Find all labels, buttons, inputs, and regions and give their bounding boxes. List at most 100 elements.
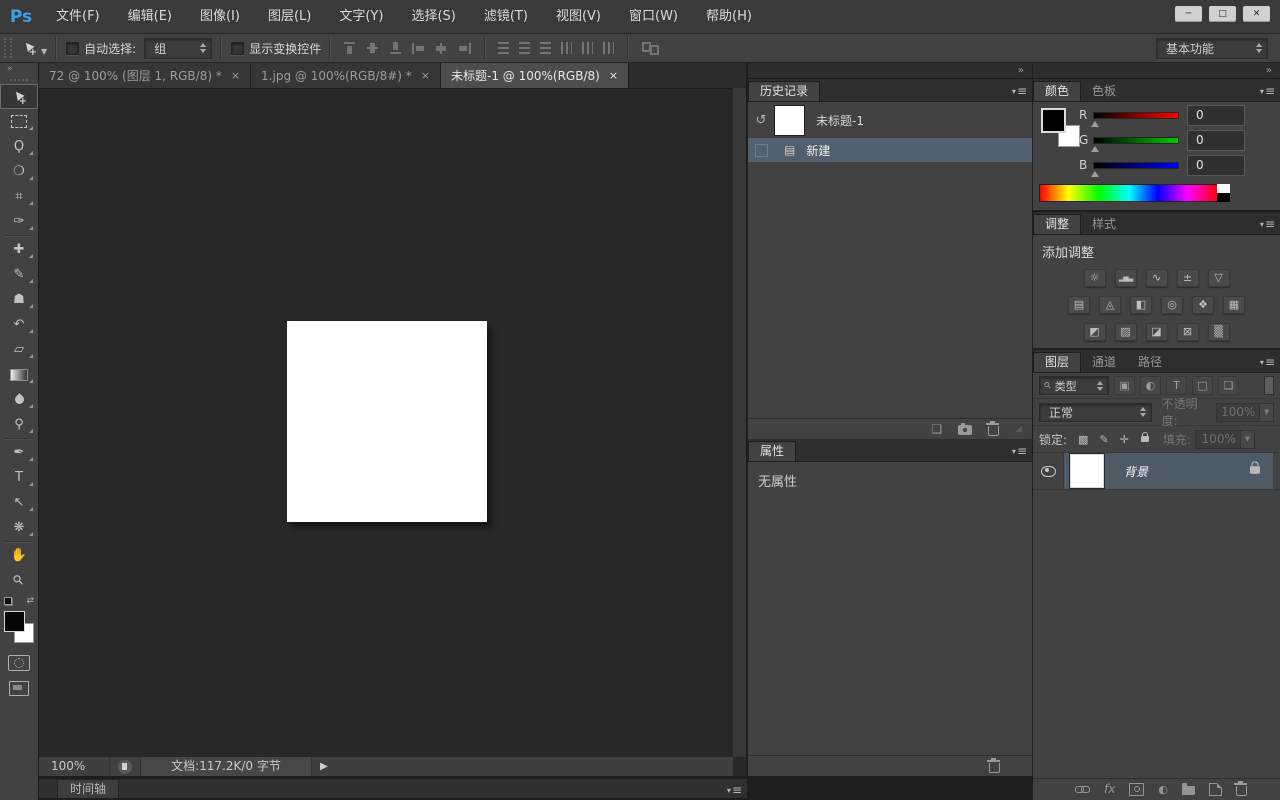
- lock-all-button[interactable]: [1140, 432, 1149, 442]
- tool-hand[interactable]: ✋: [0, 543, 38, 568]
- menu-item-file[interactable]: 文件(F): [42, 0, 114, 33]
- red-slider[interactable]: [1091, 111, 1179, 127]
- levels-button[interactable]: ▂▅▃: [1114, 268, 1137, 287]
- resize-grip-icon[interactable]: ◢: [1015, 424, 1022, 434]
- new-document-from-state-button[interactable]: ❏: [931, 422, 942, 436]
- status-arrow-button[interactable]: ▶: [312, 761, 336, 772]
- color-tab[interactable]: 颜色: [1033, 81, 1082, 101]
- color-spectrum-bar[interactable]: [1039, 184, 1219, 202]
- menu-item-view[interactable]: 视图(V): [542, 0, 615, 33]
- new-layer-button[interactable]: [1208, 782, 1222, 796]
- tool-clone-stamp[interactable]: ☗: [0, 287, 38, 312]
- tool-move[interactable]: ▲ +: [0, 84, 38, 109]
- add-layer-mask-button[interactable]: [1129, 782, 1145, 796]
- properties-delete-button[interactable]: [987, 758, 1000, 773]
- tab-close-icon[interactable]: ×: [609, 69, 618, 82]
- timeline-menu-button[interactable]: ▾ ≡: [727, 783, 742, 797]
- tool-rectangular-marquee[interactable]: [0, 109, 38, 134]
- properties-tab[interactable]: 属性: [748, 441, 797, 461]
- foreground-color-swatch[interactable]: [1041, 108, 1066, 133]
- history-state-checkbox[interactable]: [755, 143, 768, 157]
- foreground-color-swatch[interactable]: [4, 611, 25, 632]
- lock-transparent-pixels-button[interactable]: ▩: [1078, 433, 1088, 446]
- distribute-horizontal-centers-button[interactable]: [582, 42, 594, 54]
- distribute-right-edges-button[interactable]: [603, 42, 615, 54]
- black-white-button[interactable]: ◧: [1130, 295, 1152, 314]
- selective-color-button[interactable]: ⊠: [1176, 322, 1199, 341]
- auto-align-layers-button[interactable]: [642, 41, 660, 55]
- channel-mixer-button[interactable]: ❖: [1192, 295, 1214, 314]
- layers-panel-menu-button[interactable]: ▾ ≡: [1260, 355, 1275, 369]
- tool-path-selection[interactable]: ↖: [0, 490, 38, 515]
- swap-colors-icon[interactable]: ⇄: [26, 596, 34, 606]
- opacity-value[interactable]: 100%: [1215, 402, 1261, 422]
- tool-preset-arrow-icon[interactable]: ▼: [41, 47, 47, 56]
- document-tab-72[interactable]: 72 @ 100% (图层 1, RGB/8) * ×: [39, 63, 252, 88]
- minimize-button[interactable]: ─: [1175, 6, 1202, 22]
- tool-zoom[interactable]: ⚲: [0, 568, 38, 593]
- tool-quick-selection[interactable]: ❍: [0, 159, 38, 184]
- fill-dropdown-button[interactable]: ▼: [1240, 429, 1255, 449]
- green-value-input[interactable]: 0: [1187, 129, 1245, 151]
- filter-type-dropdown[interactable]: ⚲ 类型: [1039, 376, 1109, 395]
- filter-type-layers-button[interactable]: T: [1166, 376, 1187, 395]
- layer-selected-area[interactable]: 背景: [1064, 453, 1273, 489]
- layer-thumbnail[interactable]: [1069, 453, 1105, 489]
- panel-collapse-button[interactable]: »: [1033, 63, 1280, 79]
- filter-shape-layers-button[interactable]: □: [1192, 376, 1213, 395]
- tool-eraser[interactable]: ▱: [0, 337, 38, 362]
- filter-pixel-layers-button[interactable]: ▣: [1114, 376, 1135, 395]
- tool-gradient[interactable]: [0, 362, 38, 387]
- layers-tab[interactable]: 图层: [1033, 352, 1082, 372]
- align-right-edges-button[interactable]: [458, 42, 472, 54]
- black-white-shortcut[interactable]: [1217, 184, 1230, 202]
- exposure-button[interactable]: ±: [1176, 268, 1199, 287]
- tool-eyedropper[interactable]: ✑: [0, 209, 38, 234]
- brightness-contrast-button[interactable]: ☼: [1083, 268, 1106, 287]
- tab-close-icon[interactable]: ×: [421, 69, 430, 82]
- menu-item-layer[interactable]: 图层(L): [254, 0, 325, 33]
- layer-visibility-toggle[interactable]: [1033, 453, 1064, 489]
- filter-adjustment-layers-button[interactable]: ◐: [1140, 376, 1161, 395]
- tab-close-icon[interactable]: ×: [231, 69, 240, 82]
- document-tab-1jpg[interactable]: 1.jpg @ 100%(RGB/8#) * ×: [251, 63, 441, 88]
- background-layer-row[interactable]: 背景: [1033, 453, 1280, 490]
- curves-button[interactable]: ∿: [1145, 268, 1168, 287]
- distribute-left-edges-button[interactable]: [561, 42, 573, 54]
- color-panel-menu-button[interactable]: ▾ ≡: [1260, 84, 1275, 98]
- posterize-button[interactable]: ▨: [1114, 322, 1137, 341]
- channels-tab[interactable]: 通道: [1081, 353, 1127, 372]
- snapshot-thumbnail[interactable]: [774, 104, 805, 136]
- tool-brush[interactable]: ✎: [0, 262, 38, 287]
- align-horizontal-centers-button[interactable]: [435, 42, 448, 54]
- timeline-tab[interactable]: 时间轴: [57, 779, 120, 798]
- delete-state-button[interactable]: [986, 421, 1000, 436]
- red-value-input[interactable]: 0: [1187, 104, 1245, 126]
- filter-smart-objects-button[interactable]: ❏: [1218, 376, 1239, 395]
- distribute-bottom-edges-button[interactable]: [540, 42, 552, 54]
- photo-filter-button[interactable]: ◎: [1161, 295, 1183, 314]
- tool-spot-healing[interactable]: ✚: [0, 237, 38, 262]
- tool-lasso[interactable]: Ϙ: [0, 134, 38, 159]
- lock-image-pixels-button[interactable]: ✎: [1099, 433, 1108, 446]
- threshold-button[interactable]: ◪: [1145, 322, 1168, 341]
- lock-position-button[interactable]: ✛: [1120, 433, 1129, 446]
- tool-pen[interactable]: ✒: [0, 440, 38, 465]
- toolbar-collapse-button[interactable]: »: [0, 63, 38, 76]
- invert-button[interactable]: ◩: [1083, 322, 1106, 341]
- link-layers-button[interactable]: [1075, 785, 1090, 793]
- fill-value[interactable]: 100%: [1194, 429, 1241, 449]
- blend-mode-dropdown[interactable]: 正常: [1039, 402, 1152, 422]
- properties-panel-menu-button[interactable]: ▾ ≡: [1012, 444, 1027, 458]
- menu-item-window[interactable]: 窗口(W): [615, 0, 692, 33]
- align-vertical-centers-button[interactable]: [366, 42, 379, 54]
- filter-toggle-switch[interactable]: [1264, 376, 1274, 395]
- history-tab[interactable]: 历史记录: [748, 81, 821, 101]
- delete-layer-button[interactable]: [1233, 781, 1247, 796]
- distribute-top-edges-button[interactable]: [498, 42, 510, 54]
- layer-style-button[interactable]: fx: [1104, 782, 1115, 796]
- tool-crop[interactable]: ⌗: [0, 184, 38, 209]
- align-bottom-edges-button[interactable]: [389, 42, 402, 54]
- menu-item-filter[interactable]: 滤镜(T): [470, 0, 542, 33]
- history-snapshot-row[interactable]: ↺ 未标题-1: [748, 102, 1032, 138]
